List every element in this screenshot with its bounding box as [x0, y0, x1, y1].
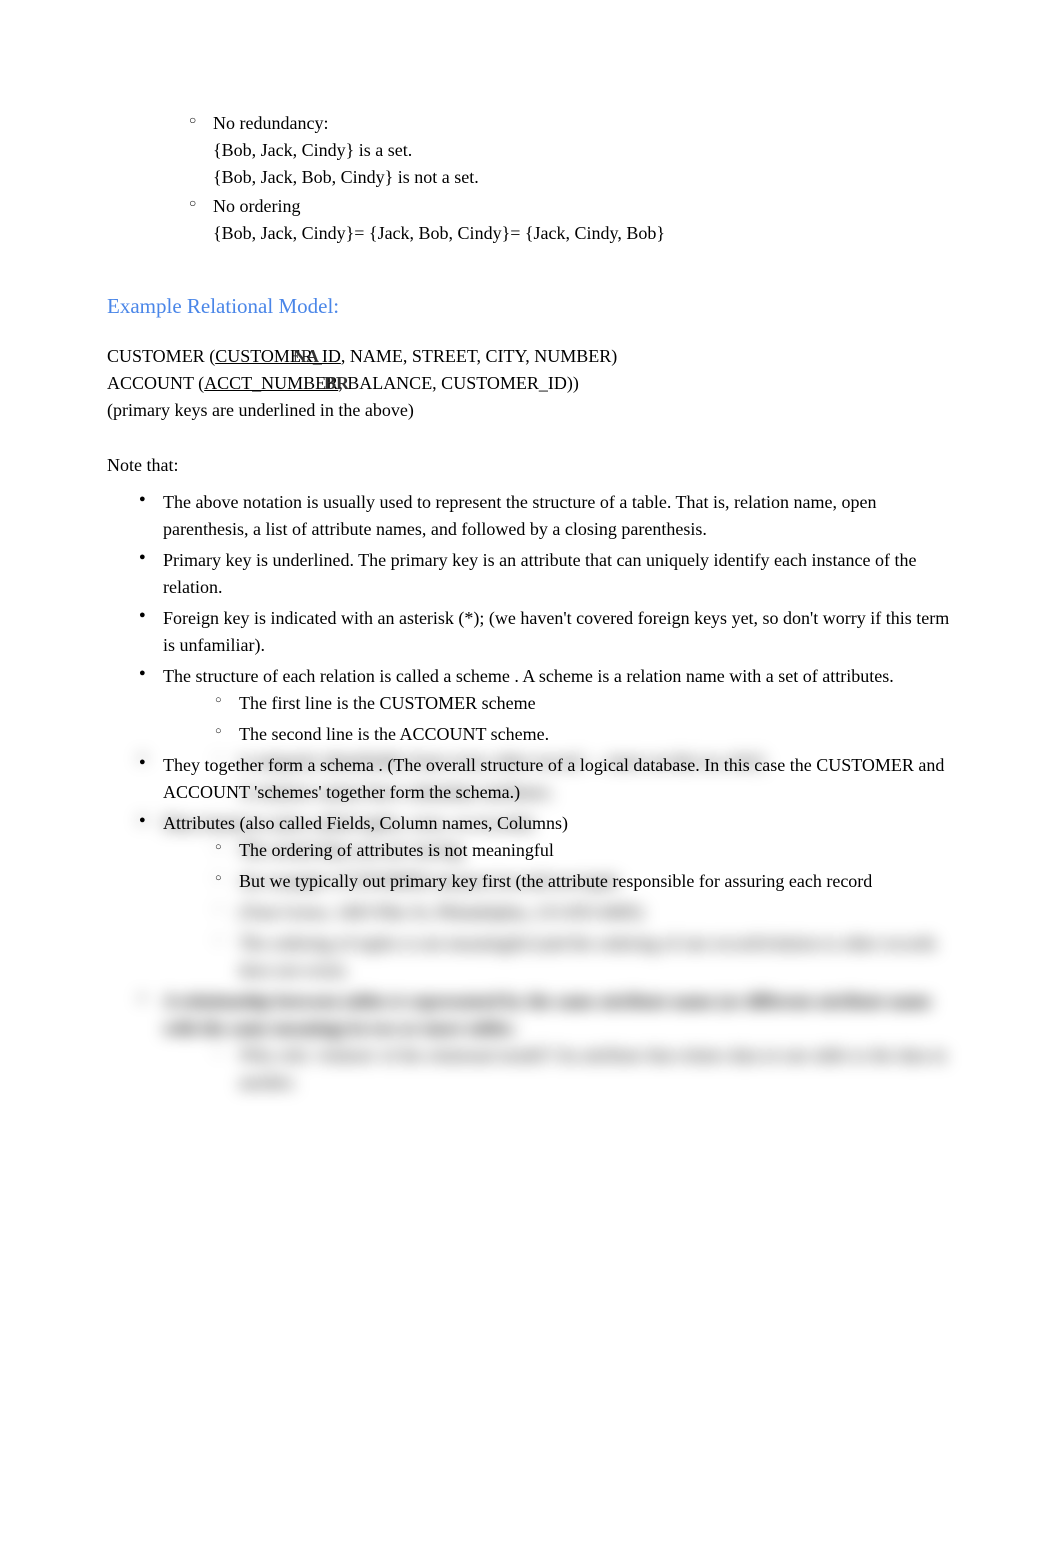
- no-ordering-label: No ordering: [213, 196, 300, 216]
- list-item-attributes: Attributes (also called Fields, Column n…: [139, 810, 957, 895]
- account-schema-line: ACCOUNT (ACCT_NUMBER, BALANCE, CUSTOMER_…: [107, 370, 957, 397]
- attributes-sublist: The ordering of attributes is not meanin…: [215, 837, 957, 895]
- section-heading: Example Relational Model:: [107, 291, 957, 323]
- no-redundancy-example-2: {Bob, Jack, Bob, Cindy} is not a set.: [213, 164, 957, 191]
- blurred-relationship: A relationship between tables is represe…: [139, 988, 957, 1096]
- scheme-sublist: The first line is the CUSTOMER scheme Th…: [215, 690, 957, 748]
- list-item-attr-ordering: The ordering of attributes is not meanin…: [215, 837, 957, 864]
- overlay-br-text: BR: [324, 370, 349, 397]
- list-item-foreign-key: Foreign key is indicated with an asteris…: [139, 605, 957, 659]
- list-item-account-scheme: The second line is the ACCOUNT scheme.: [215, 721, 957, 748]
- customer-attributes: , NAME, STREET, CITY, NUMBER): [341, 346, 617, 366]
- list-item-no-redundancy: No redundancy: {Bob, Jack, Cindy} is a s…: [189, 110, 957, 191]
- list-item-notation: The above notation is usually used to re…: [139, 489, 957, 543]
- schema-text-pre: They together form a: [163, 755, 320, 775]
- primary-key-note: (primary keys are underlined in the abov…: [107, 397, 957, 424]
- no-ordering-example: {Bob, Jack, Cindy}= {Jack, Bob, Cindy}= …: [213, 220, 957, 247]
- no-redundancy-label: No redundancy:: [213, 113, 328, 133]
- customer-primary-key: CUSTOMER_ID: [215, 346, 341, 366]
- list-item-no-ordering: No ordering {Bob, Jack, Cindy}= {Jack, B…: [189, 193, 957, 247]
- attributes-label: Attributes (also called Fields, Column n…: [163, 813, 568, 833]
- account-prefix: ACCOUNT (: [107, 373, 204, 393]
- list-item-attr-pk-first: But we typically out primary key first (…: [215, 868, 957, 895]
- customer-prefix: CUSTOMER (: [107, 346, 215, 366]
- scheme-term: scheme: [456, 666, 514, 686]
- notes-list: The above notation is usually used to re…: [139, 489, 957, 895]
- list-item-primary-key: Primary key is underlined. The primary k…: [139, 547, 957, 601]
- scheme-text-pre: The structure of each relation is called…: [163, 666, 456, 686]
- account-attributes: , BALANCE, CUSTOMER_ID)): [338, 373, 579, 393]
- customer-schema-line: CUSTOMER (CUSTOMER_ID, NAME, STREET, CIT…: [107, 343, 957, 370]
- no-redundancy-example-1: {Bob, Jack, Cindy} is a set.: [213, 137, 957, 164]
- account-primary-key: ACCT_NUMBER: [204, 373, 338, 393]
- set-properties-list: No redundancy: {Bob, Jack, Cindy} is a s…: [189, 110, 957, 247]
- schema-term: schema: [320, 755, 378, 775]
- scheme-text-post: . A scheme is a relation name with a set…: [514, 666, 893, 686]
- list-item-scheme: The structure of each relation is called…: [139, 663, 957, 748]
- list-item-schema: They together form a schema . (The overa…: [139, 752, 957, 806]
- note-intro: Note that:: [107, 452, 957, 479]
- list-item-customer-scheme: The first line is the CUSTOMER scheme: [215, 690, 957, 717]
- blurred-rel-1: Why relic 'relation' of the relational m…: [215, 1042, 957, 1096]
- overlay-na-text: NA: [293, 343, 319, 370]
